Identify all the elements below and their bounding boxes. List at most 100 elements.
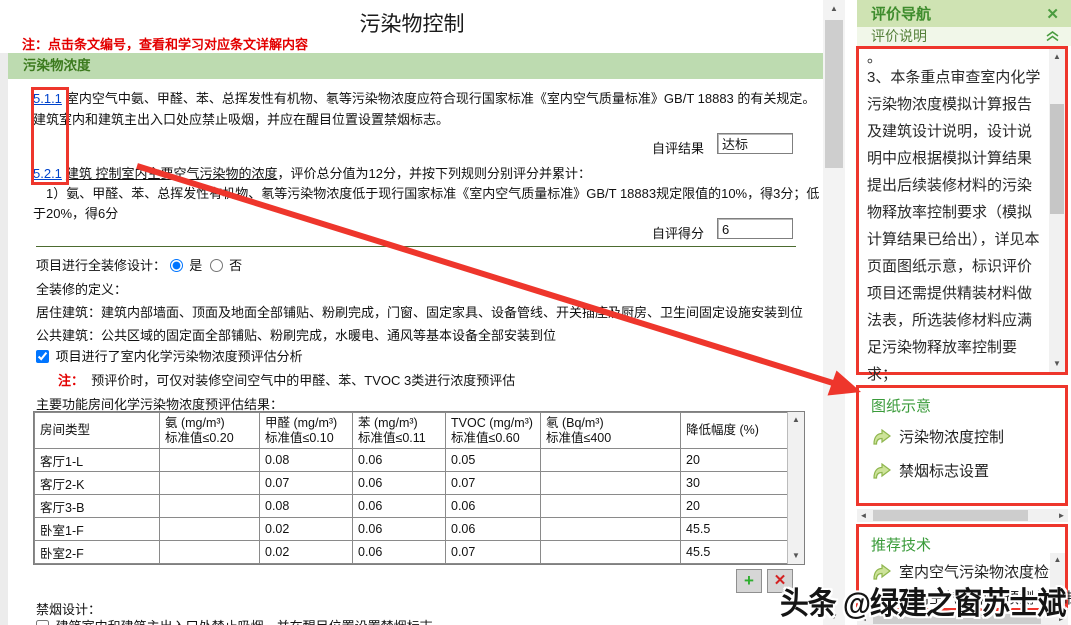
cell[interactable] bbox=[541, 472, 681, 495]
tech-scrollbar[interactable]: ▲ ▼ bbox=[1050, 553, 1065, 606]
cell[interactable] bbox=[160, 449, 260, 472]
scroll-up-icon[interactable]: ▲ bbox=[788, 412, 804, 428]
scroll-down-icon[interactable]: ▼ bbox=[788, 548, 804, 564]
table-row[interactable]: 卧室2-F 0.020.060.07 45.5 bbox=[35, 541, 788, 564]
col-tvoc: TVOC (mg/m³)标准值≤0.60 bbox=[446, 413, 541, 449]
scroll-up-icon[interactable]: ▲ bbox=[1050, 553, 1065, 566]
self-eval-result-input[interactable]: 达标 bbox=[717, 133, 793, 154]
scroll-down-icon[interactable]: ▼ bbox=[823, 608, 845, 625]
scroll-left-icon[interactable]: ◄ bbox=[857, 509, 870, 522]
tech-hscrollbar-thumb[interactable] bbox=[873, 614, 1041, 624]
cell[interactable]: 0.06 bbox=[353, 518, 446, 541]
full-deco-yes-radio[interactable] bbox=[170, 259, 183, 272]
cell[interactable]: 卧室2-F bbox=[35, 541, 160, 564]
cell[interactable]: 0.06 bbox=[353, 495, 446, 518]
drawings-panel: 图纸示意 污染物浓度控制 禁烟标志设置 bbox=[856, 385, 1068, 506]
table-scrollbar[interactable]: ▲ ▼ bbox=[787, 412, 804, 564]
cell[interactable]: 0.06 bbox=[446, 495, 541, 518]
close-icon[interactable]: ✕ bbox=[1046, 0, 1059, 29]
cell[interactable] bbox=[160, 541, 260, 564]
smoking-checkbox[interactable] bbox=[36, 620, 49, 625]
cell[interactable]: 0.06 bbox=[353, 472, 446, 495]
pre-eval-checkbox[interactable] bbox=[36, 350, 49, 363]
main-scrollbar-thumb[interactable] bbox=[825, 20, 843, 168]
cell[interactable]: 20 bbox=[681, 449, 788, 472]
scroll-up-icon[interactable]: ▲ bbox=[1049, 49, 1065, 65]
cell[interactable] bbox=[160, 472, 260, 495]
explain-paragraph: 3、本条重点审查室内化学污染物浓度模拟计算报告及建筑设计说明，设计说明中应根据模… bbox=[867, 64, 1045, 388]
cell[interactable]: 客厅1-L bbox=[35, 449, 160, 472]
scroll-left-icon[interactable]: ◄ bbox=[857, 613, 870, 625]
eval-explain-text: 。 3、本条重点审查室内化学污染物浓度模拟计算报告及建筑设计说明，设计说明中应根… bbox=[867, 51, 1045, 442]
main-scrollbar[interactable]: ▲ ▼ bbox=[823, 0, 845, 625]
pre-eval-note: 注： 预评价时，可仅对装修空间空气中的甲醛、苯、TVOC 3类进行浓度预评估 bbox=[58, 372, 515, 389]
tech-link-air-pollutant-detection[interactable]: 室内空气污染物浓度检测 bbox=[871, 561, 1064, 582]
collapse-chevron-icon[interactable] bbox=[1046, 31, 1059, 42]
scroll-down-icon[interactable]: ▼ bbox=[1049, 356, 1065, 372]
tech-link-air-pollutant-prediction[interactable]: 室内空气污染物预测与控制 bbox=[871, 587, 1071, 608]
smoking-design-title: 禁烟设计： bbox=[36, 601, 101, 618]
cell[interactable] bbox=[160, 518, 260, 541]
eval-nav-title: 评价导航 bbox=[871, 0, 931, 29]
cell[interactable]: 0.06 bbox=[353, 541, 446, 564]
smoking-checkbox-label: 建筑室内和建筑主出入口处禁止吸烟，并在醒目位置设置禁烟标志 bbox=[56, 619, 433, 625]
table-row[interactable]: 客厅2-K 0.070.060.07 30 bbox=[35, 472, 788, 495]
self-eval-score-input[interactable]: 6 bbox=[717, 218, 793, 239]
cell[interactable]: 45.5 bbox=[681, 518, 788, 541]
cell[interactable] bbox=[541, 541, 681, 564]
explain-scrollbar-thumb[interactable] bbox=[1050, 104, 1064, 214]
cell[interactable]: 45.5 bbox=[681, 541, 788, 564]
tech-hscrollbar[interactable]: ◄ ► bbox=[857, 613, 1068, 625]
recommended-tech-title: 推荐技术 bbox=[871, 534, 931, 555]
cell[interactable]: 客厅2-K bbox=[35, 472, 160, 495]
cell[interactable]: 卧室1-F bbox=[35, 518, 160, 541]
cell[interactable]: 客厅3-B bbox=[35, 495, 160, 518]
drawings-hscrollbar-thumb[interactable] bbox=[873, 510, 1028, 521]
cell[interactable]: 0.07 bbox=[260, 472, 353, 495]
scroll-right-icon[interactable]: ► bbox=[1055, 613, 1068, 625]
deco-definition-residential: 居住建筑：建筑内部墙面、顶面及地面全部铺贴、粉刷完成，门窗、固定家具、设备管线、… bbox=[36, 304, 803, 321]
delete-row-button[interactable]: ✕ bbox=[767, 569, 793, 593]
scroll-up-icon[interactable]: ▲ bbox=[823, 0, 845, 17]
cell[interactable]: 0.06 bbox=[446, 518, 541, 541]
clause-5-2-1-rule1: 1）氨、甲醛、苯、总挥发性有机物、氡等污染物浓度低于现行国家标准《室内空气质量标… bbox=[33, 184, 822, 224]
drawing-link-no-smoking-sign[interactable]: 禁烟标志设置 bbox=[871, 460, 989, 481]
cell[interactable]: 0.06 bbox=[353, 449, 446, 472]
pre-eval-result-table: 房间类型 氨 (mg/m³)标准值≤0.20 甲醛 (mg/m³)标准值≤0.1… bbox=[33, 411, 805, 565]
drawings-hscrollbar[interactable]: ◄ ► bbox=[857, 509, 1068, 522]
cell[interactable] bbox=[541, 518, 681, 541]
cell[interactable] bbox=[160, 495, 260, 518]
curved-arrow-icon bbox=[871, 590, 891, 606]
eval-explain-header[interactable]: 评价说明 bbox=[857, 27, 1071, 46]
drawing-link-pollutant-control[interactable]: 污染物浓度控制 bbox=[871, 426, 1004, 447]
eval-nav-header: 评价导航 ✕ bbox=[857, 0, 1071, 29]
drawing-link-label: 禁烟标志设置 bbox=[899, 460, 989, 481]
cell[interactable] bbox=[541, 449, 681, 472]
table-row[interactable]: 客厅1-L 0.080.060.05 20 bbox=[35, 449, 788, 472]
cell[interactable]: 0.08 bbox=[260, 495, 353, 518]
cell[interactable]: 20 bbox=[681, 495, 788, 518]
cell[interactable]: 0.05 bbox=[446, 449, 541, 472]
add-row-button[interactable]: + bbox=[736, 569, 762, 593]
table-row[interactable]: 客厅3-B0.080.060.0620 bbox=[35, 495, 788, 518]
cell[interactable]: 0.08 bbox=[260, 449, 353, 472]
smoking-checkbox-row: 建筑室内和建筑主出入口处禁止吸烟，并在醒目位置设置禁烟标志 bbox=[36, 618, 433, 625]
cell[interactable]: 30 bbox=[681, 472, 788, 495]
eval-explain-title: 评价说明 bbox=[871, 27, 927, 46]
table-row[interactable]: 卧室1-F0.020.060.0645.5 bbox=[35, 518, 788, 541]
eval-explain-panel: 。 3、本条重点审查室内化学污染物浓度模拟计算报告及建筑设计说明，设计说明中应根… bbox=[856, 46, 1068, 375]
clause-5-2-1-link[interactable]: 5.2.1 bbox=[33, 166, 62, 181]
clause-5-1-1-link[interactable]: 5.1.1 bbox=[33, 91, 62, 106]
cell[interactable]: 0.07 bbox=[446, 541, 541, 564]
explain-scrollbar[interactable]: ▲ ▼ bbox=[1049, 49, 1065, 372]
scroll-down-icon[interactable]: ▼ bbox=[1050, 593, 1065, 606]
cell[interactable]: 0.02 bbox=[260, 541, 353, 564]
clause-5-2-1: 5.2.1建筑 控制室内主要空气污染物的浓度，评价总分值为12分，并按下列规则分… bbox=[33, 163, 822, 184]
curved-arrow-icon bbox=[871, 429, 891, 445]
full-deco-no-label: 否 bbox=[229, 258, 242, 273]
cell[interactable]: 0.07 bbox=[446, 472, 541, 495]
full-deco-no-radio[interactable] bbox=[210, 259, 223, 272]
cell[interactable]: 0.02 bbox=[260, 518, 353, 541]
cell[interactable] bbox=[541, 495, 681, 518]
scroll-right-icon[interactable]: ► bbox=[1055, 509, 1068, 522]
